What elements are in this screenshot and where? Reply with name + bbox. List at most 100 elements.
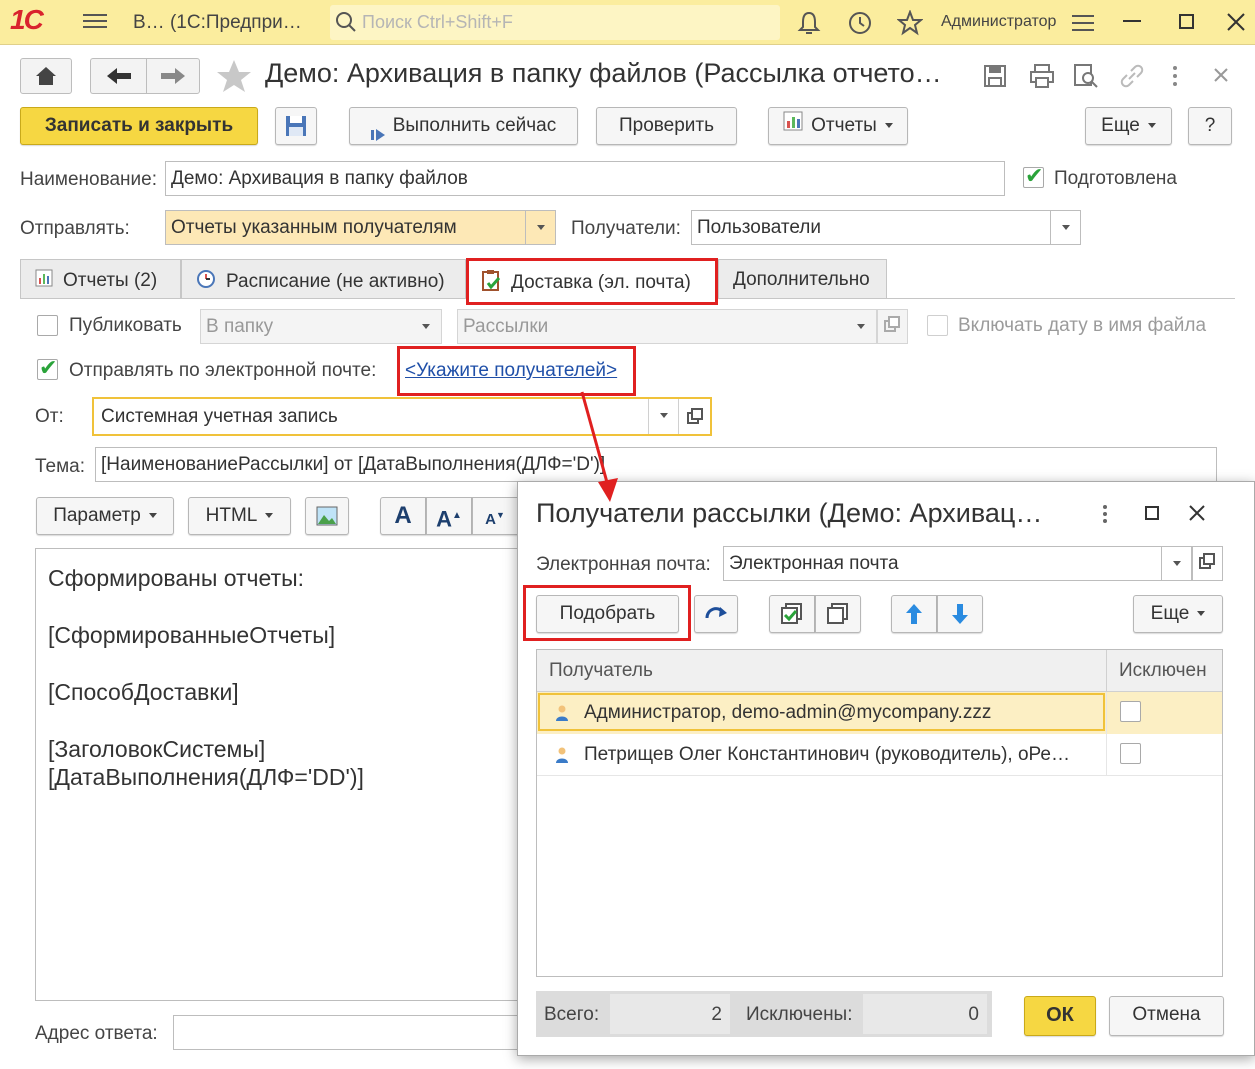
search-icon: [336, 12, 356, 32]
dialog-email-select[interactable]: Электронная почта: [723, 546, 1192, 581]
include-date-checkbox: [927, 315, 948, 336]
ok-button[interactable]: ОК: [1024, 996, 1096, 1036]
dropdown-arrow-icon[interactable]: [525, 211, 555, 244]
tab-additional[interactable]: Дополнительно: [718, 259, 887, 299]
dialog-email-label: Электронная почта:: [536, 554, 711, 575]
editor-line: [СпособДоставки]: [48, 679, 239, 705]
save-button[interactable]: [275, 107, 317, 145]
reply-to-input[interactable]: [173, 1015, 533, 1050]
subject-input[interactable]: [НаименованиеРассылки] от [ДатаВыполнени…: [95, 447, 1217, 482]
annotation-arrow: [580, 391, 618, 502]
editor-line: Сформированы отчеты:: [48, 565, 305, 591]
insert-image-button[interactable]: [305, 497, 349, 535]
favorite-star-icon[interactable]: [215, 58, 253, 94]
editor-line: [ДатаВыполнения(ДЛФ='DD')]: [48, 764, 364, 790]
uncheck-all-button[interactable]: [815, 595, 861, 633]
floppy-icon: [286, 116, 306, 136]
column-excluded[interactable]: Исключен: [1119, 660, 1207, 682]
recipient-name: Администратор, demo-admin@mycompany.zzz: [584, 702, 992, 723]
history-icon[interactable]: [847, 10, 873, 36]
check-button[interactable]: Проверить: [596, 107, 737, 145]
image-icon: [316, 506, 338, 526]
dropdown-arrow-icon[interactable]: [1050, 211, 1080, 244]
arrow-left-icon: [106, 68, 131, 84]
excluded-checkbox[interactable]: [1120, 743, 1141, 764]
excluded-checkbox[interactable]: [1120, 701, 1141, 722]
recipient-name: Петрищев Олег Константинович (руководите…: [584, 744, 1070, 765]
preview-icon[interactable]: [1073, 63, 1099, 89]
home-button[interactable]: [20, 58, 72, 94]
dialog-email-open-button[interactable]: [1192, 546, 1223, 581]
move-down-button[interactable]: [937, 595, 983, 633]
parameter-button[interactable]: Параметр: [36, 497, 174, 535]
dropdown-arrow-icon[interactable]: [648, 399, 678, 434]
font-decrease-icon[interactable]: A▼: [472, 497, 518, 535]
more-button[interactable]: Еще: [1085, 107, 1172, 145]
run-icon: [370, 119, 385, 141]
totals-bar: Всего: 2 Исключены: 0: [536, 991, 992, 1037]
home-icon: [36, 67, 56, 85]
send-select[interactable]: Отчеты указанным получателям: [165, 210, 556, 245]
move-up-button[interactable]: [891, 595, 937, 633]
send-label: Отправлять:: [20, 218, 130, 239]
email-checkbox[interactable]: [37, 355, 58, 381]
save-and-close-button[interactable]: Записать и закрыть: [20, 107, 258, 145]
table-row[interactable]: Администратор, demo-admin@mycompany.zzz: [537, 692, 1222, 734]
window-close-icon[interactable]: [1213, 67, 1229, 83]
recipients-table[interactable]: Получатель Исключен Администратор, demo-…: [536, 649, 1223, 977]
reports-button[interactable]: Отчеты: [768, 107, 908, 145]
publish-to-select: В папку: [200, 309, 442, 344]
tab-reports[interactable]: Отчеты (2): [20, 259, 181, 299]
print-icon[interactable]: [1029, 63, 1055, 89]
link-icon[interactable]: [1119, 63, 1145, 89]
total-label: Всего:: [544, 1004, 600, 1025]
more-vertical-icon[interactable]: [1168, 64, 1182, 88]
html-button[interactable]: HTML: [188, 497, 291, 535]
total-field: 2: [610, 994, 730, 1034]
maximize-icon[interactable]: [1145, 506, 1159, 520]
check-all-button[interactable]: [769, 595, 815, 633]
close-icon[interactable]: [1188, 504, 1206, 522]
minimize-icon[interactable]: [1123, 20, 1141, 22]
dialog-more-button[interactable]: Еще: [1133, 595, 1223, 633]
editor-line: [СформированныеОтчеты]: [48, 622, 336, 648]
dropdown-arrow-icon[interactable]: [1161, 547, 1191, 580]
move-button[interactable]: [694, 595, 738, 633]
search-input[interactable]: Поиск Ctrl+Shift+F: [330, 5, 780, 40]
publish-checkbox[interactable]: [37, 315, 58, 336]
settings-lines-icon[interactable]: [1070, 12, 1096, 34]
run-now-button[interactable]: Выполнить сейчас: [349, 107, 578, 145]
app-logo[interactable]: 1С: [10, 4, 44, 36]
column-recipient[interactable]: Получатель: [549, 660, 653, 682]
app-title[interactable]: В… (1С:Предпри…: [133, 12, 302, 34]
font-bigger-icon[interactable]: A: [380, 497, 426, 535]
message-editor[interactable]: Сформированы отчеты: [СформированныеОтче…: [35, 548, 525, 1001]
arrow-down-icon: [952, 604, 968, 624]
bell-icon[interactable]: [796, 10, 822, 36]
close-icon[interactable]: [1226, 12, 1246, 32]
recipients-select[interactable]: Пользователи: [691, 210, 1081, 245]
cancel-button[interactable]: Отмена: [1109, 996, 1224, 1036]
reply-to-label: Адрес ответа:: [35, 1023, 158, 1044]
help-button[interactable]: ?: [1188, 107, 1232, 145]
name-input[interactable]: Демо: Архивация в папку файлов: [165, 161, 1005, 196]
dropdown-arrow-icon: [846, 310, 876, 343]
font-increase-icon[interactable]: A▲: [426, 497, 472, 535]
table-row[interactable]: Петрищев Олег Константинович (руководите…: [537, 734, 1222, 776]
excluded-total-value: 0: [968, 1004, 979, 1025]
tab-schedule[interactable]: Расписание (не активно): [181, 259, 466, 299]
from-open-button[interactable]: [678, 399, 710, 434]
user-name[interactable]: Администратор: [941, 13, 1056, 31]
publish-target-value: Рассылки: [463, 316, 549, 337]
back-button[interactable]: [90, 58, 146, 94]
save-icon[interactable]: [983, 64, 1007, 88]
forward-button[interactable]: [146, 58, 200, 94]
arrow-up-icon: [906, 604, 922, 624]
more-vertical-icon[interactable]: [1098, 503, 1112, 525]
star-icon[interactable]: [897, 10, 923, 36]
table-header: Получатель Исключен: [537, 650, 1222, 692]
open-icon: [884, 316, 900, 332]
menu-icon[interactable]: [83, 10, 107, 32]
prepared-checkbox[interactable]: [1023, 163, 1044, 189]
maximize-icon[interactable]: [1179, 14, 1194, 29]
